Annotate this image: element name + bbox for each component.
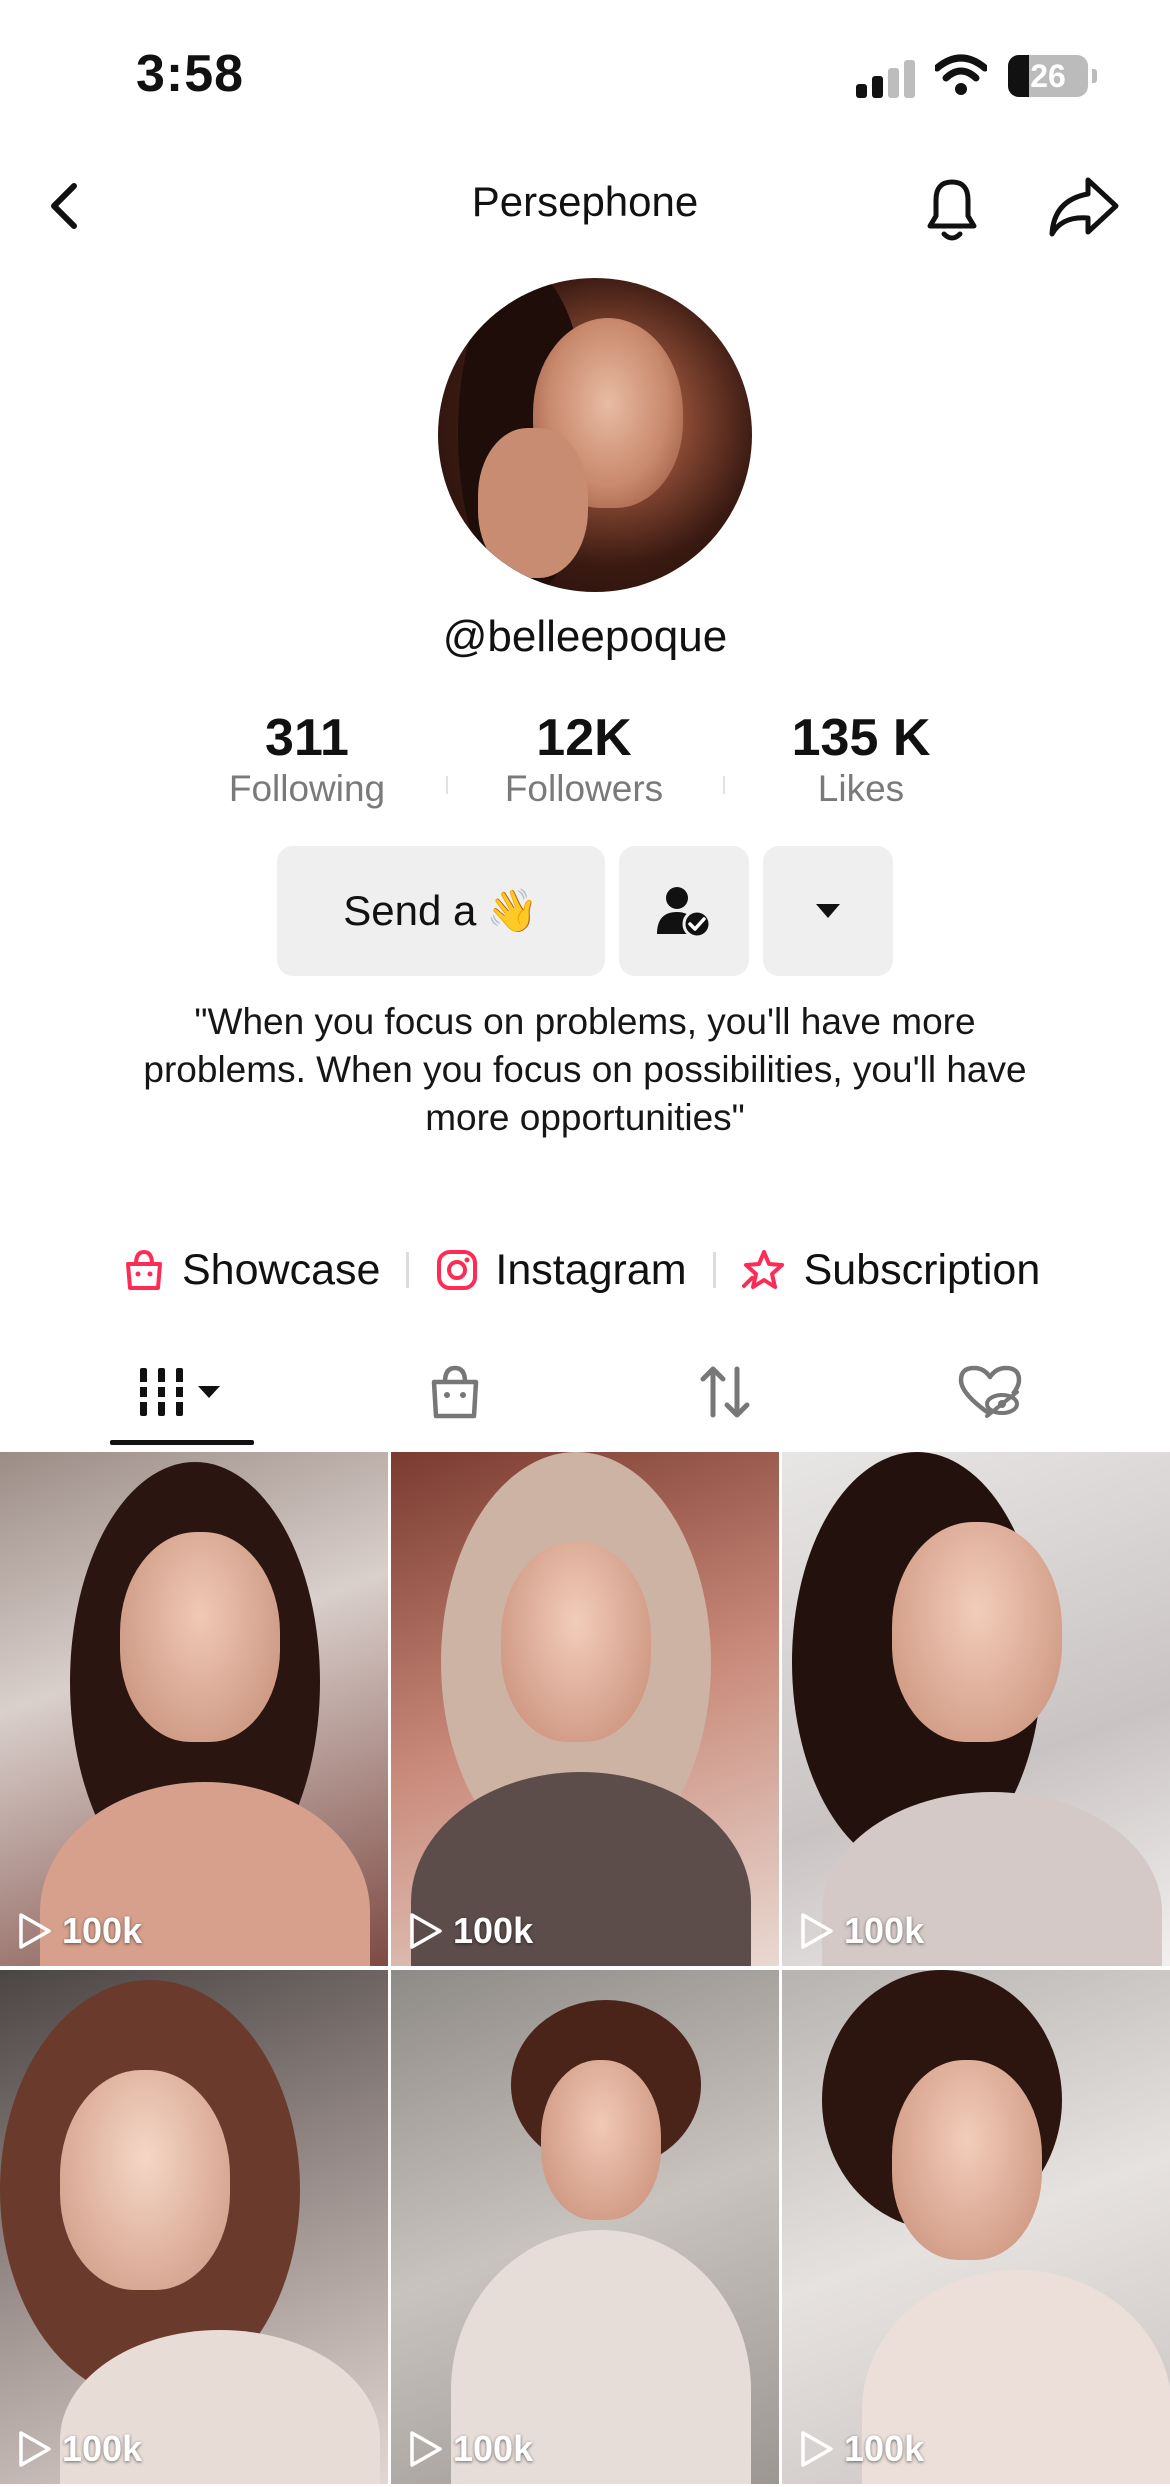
video-thumbnail[interactable]: 100k <box>391 1452 779 1966</box>
person-check-icon <box>657 887 712 939</box>
likes-count: 135 K <box>791 709 931 767</box>
video-thumbnail[interactable]: 100k <box>0 1452 388 1966</box>
link-label: Subscription <box>803 1245 1041 1294</box>
wifi-icon <box>935 54 987 95</box>
hidden-heart-icon <box>958 1365 1022 1418</box>
play-outline-icon <box>410 1913 442 1949</box>
play-outline-icon <box>19 1913 51 1949</box>
status-time: 3:58 <box>136 45 245 103</box>
view-count: 100k <box>798 2428 924 2470</box>
link-instagram[interactable]: Instagram <box>435 1245 687 1295</box>
page-title: Persephone <box>471 178 699 225</box>
view-count: 100k <box>16 2428 142 2470</box>
stat-following[interactable]: 311 Following <box>207 708 407 810</box>
followers-label: Followers <box>504 768 664 809</box>
bell-icon[interactable] <box>916 170 988 246</box>
repost-icon <box>700 1366 750 1418</box>
play-outline-icon <box>801 2431 833 2467</box>
video-grid: 100k 100k 100k 100k 100k 100k <box>0 1452 1170 2487</box>
more-options-button[interactable] <box>763 846 893 976</box>
video-thumbnail[interactable]: 100k <box>0 1970 388 2484</box>
shopping-bag-icon <box>126 1249 162 1290</box>
likes-label: Likes <box>817 768 905 809</box>
video-thumbnail[interactable]: 100k <box>391 1970 779 2484</box>
instagram-icon <box>437 1250 478 1290</box>
profile-links: Showcase Instagram Subscription <box>122 1240 1040 1300</box>
cellular-signal-icon <box>856 60 916 98</box>
view-count: 100k <box>798 1910 924 1952</box>
link-label: Instagram <box>495 1245 687 1294</box>
play-outline-icon <box>410 2431 442 2467</box>
following-label: Following <box>228 768 386 809</box>
video-thumbnail[interactable]: 100k <box>782 1452 1170 1966</box>
tab-videos[interactable] <box>110 1352 254 1432</box>
grid-bars-icon <box>136 1368 220 1416</box>
stat-divider <box>723 776 725 794</box>
play-outline-icon <box>801 1913 833 1949</box>
stat-likes[interactable]: 135 K Likes <box>761 708 961 810</box>
play-outline-icon <box>19 2431 51 2467</box>
link-subscription[interactable]: Subscription <box>741 1245 1041 1295</box>
bag-icon <box>431 1365 479 1419</box>
send-wave-button[interactable]: Send a 👋 <box>277 846 605 976</box>
link-showcase[interactable]: Showcase <box>122 1246 380 1295</box>
subscription-star-icon <box>741 1250 784 1289</box>
selected-tab-indicator <box>110 1440 254 1445</box>
share-arrow-icon[interactable] <box>1046 170 1122 242</box>
link-separator <box>406 1252 410 1288</box>
avatar[interactable] <box>438 278 752 592</box>
caret-down-icon <box>816 904 840 918</box>
battery-icon: 26 <box>1008 55 1097 97</box>
following-count: 311 <box>265 709 349 767</box>
followers-count: 12K <box>536 709 632 767</box>
wave-emoji-icon: 👋 <box>486 886 539 934</box>
view-count: 100k <box>16 1910 142 1952</box>
profile-bio: "When you focus on problems, you'll have… <box>143 1001 1027 1138</box>
stat-divider <box>446 776 448 794</box>
back-chevron-icon[interactable] <box>40 176 90 236</box>
link-separator <box>712 1252 716 1288</box>
video-thumbnail[interactable]: 100k <box>782 1970 1170 2484</box>
username-handle: @belleepoque <box>442 612 728 661</box>
send-button-label: Send a <box>343 887 477 934</box>
battery-percent: 26 <box>1030 58 1066 94</box>
view-count: 100k <box>407 2428 533 2470</box>
tab-liked[interactable] <box>945 1352 1035 1432</box>
following-status-button[interactable] <box>619 846 749 976</box>
stat-followers[interactable]: 12K Followers <box>484 708 684 810</box>
link-label: Showcase <box>182 1245 381 1294</box>
tab-reposts[interactable] <box>680 1352 770 1432</box>
tab-shop[interactable] <box>410 1352 500 1432</box>
view-count: 100k <box>407 1910 533 1952</box>
